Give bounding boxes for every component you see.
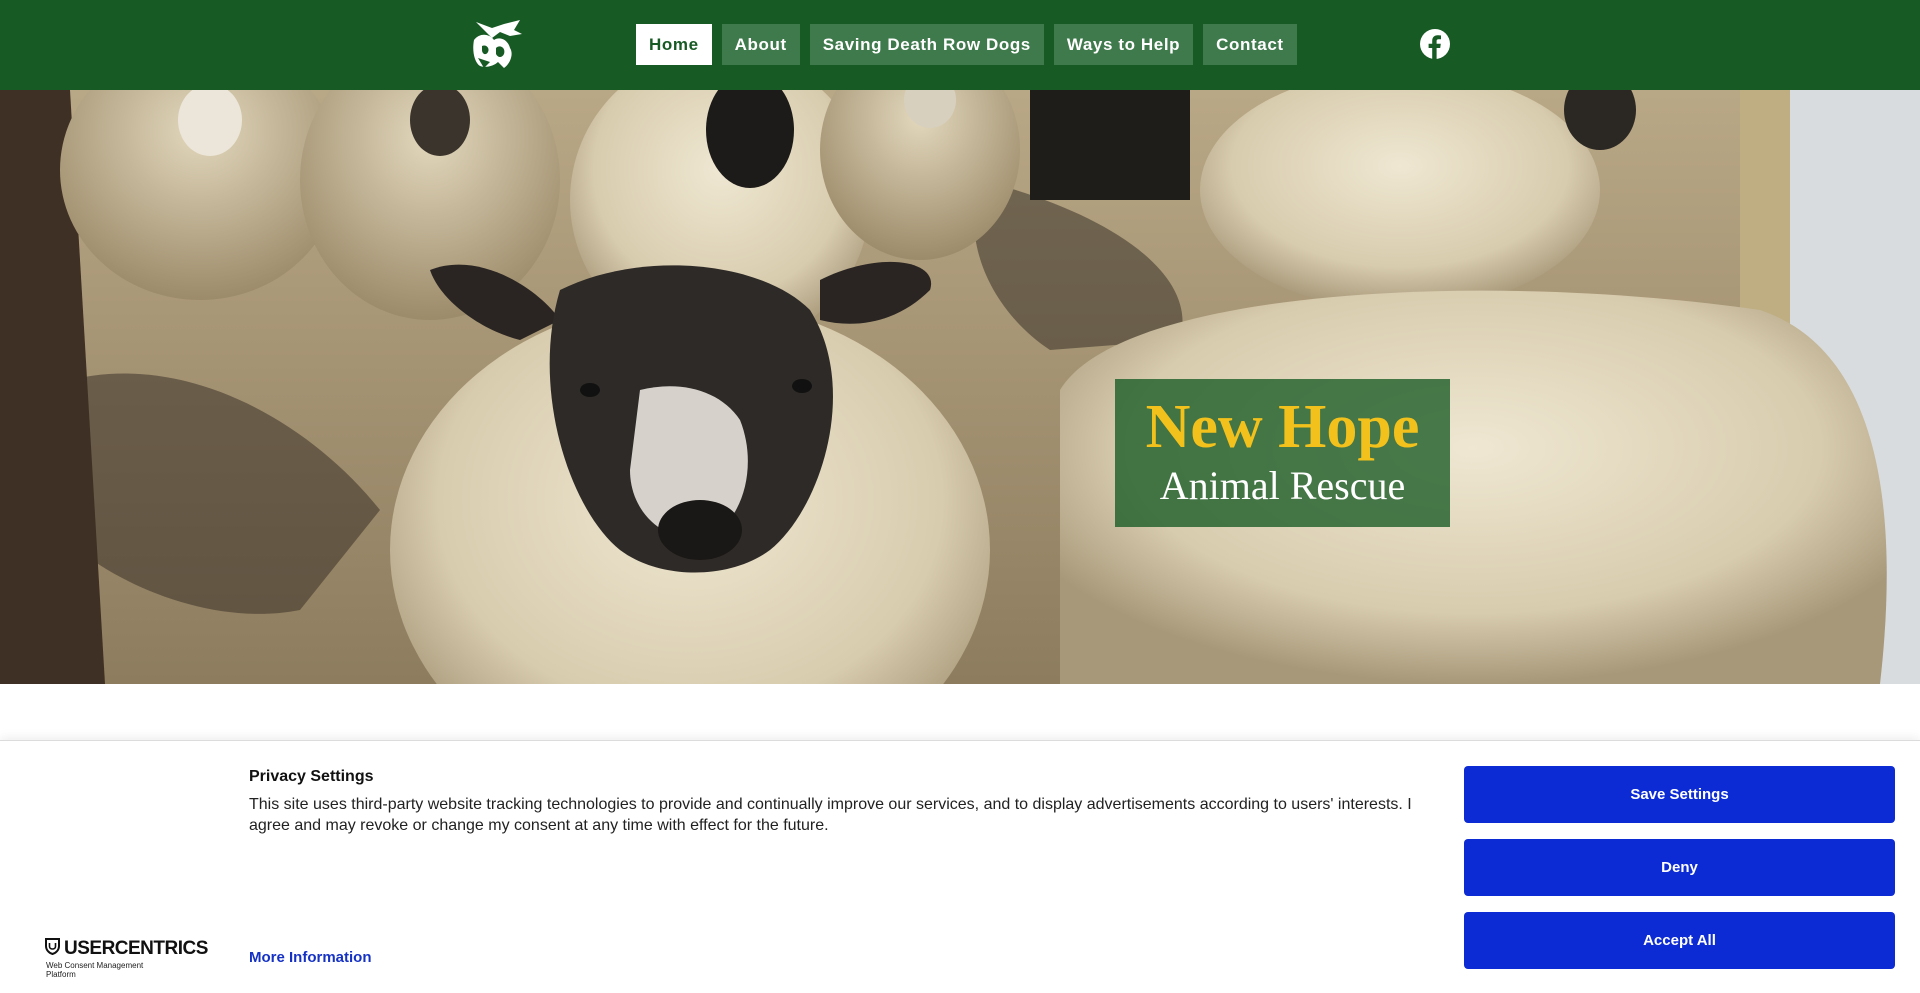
usercentrics-brand: USERCENTRICS [64,938,208,959]
hero-subtitle: Animal Rescue [1159,463,1406,508]
cookie-consent-banner: USERCENTRICS Web Consent Management Plat… [0,740,1920,993]
shield-icon [45,938,60,960]
nav-about[interactable]: About [721,24,800,65]
hero-title: New Hope [1145,393,1420,461]
more-information-link[interactable]: More Information [249,949,372,966]
rescue-logo-icon[interactable] [470,18,526,72]
hero-title-box: New Hope Animal Rescue [1115,379,1450,527]
site-header: Home About Saving Death Row Dogs Ways to… [0,0,1920,90]
save-settings-button[interactable]: Save Settings [1464,766,1895,823]
privacy-settings-text: This site uses third-party website track… [249,796,1412,834]
privacy-settings-title: Privacy Settings [249,768,374,785]
accept-all-button[interactable]: Accept All [1464,912,1895,969]
hero-banner: New Hope Animal Rescue [0,90,1920,684]
main-nav: Home About Saving Death Row Dogs Ways to… [636,24,1297,65]
nav-contact[interactable]: Contact [1203,24,1297,65]
deny-button[interactable]: Deny [1464,839,1895,896]
nav-saving-death-row-dogs[interactable]: Saving Death Row Dogs [809,24,1044,65]
nav-ways-to-help[interactable]: Ways to Help [1053,24,1194,65]
usercentrics-logo: USERCENTRICS Web Consent Management Plat… [45,938,208,979]
facebook-icon[interactable] [1420,29,1450,59]
sheep-hero-image [0,90,1920,684]
nav-home[interactable]: Home [636,24,712,65]
usercentrics-tagline: Web Consent Management Platform [46,961,144,979]
